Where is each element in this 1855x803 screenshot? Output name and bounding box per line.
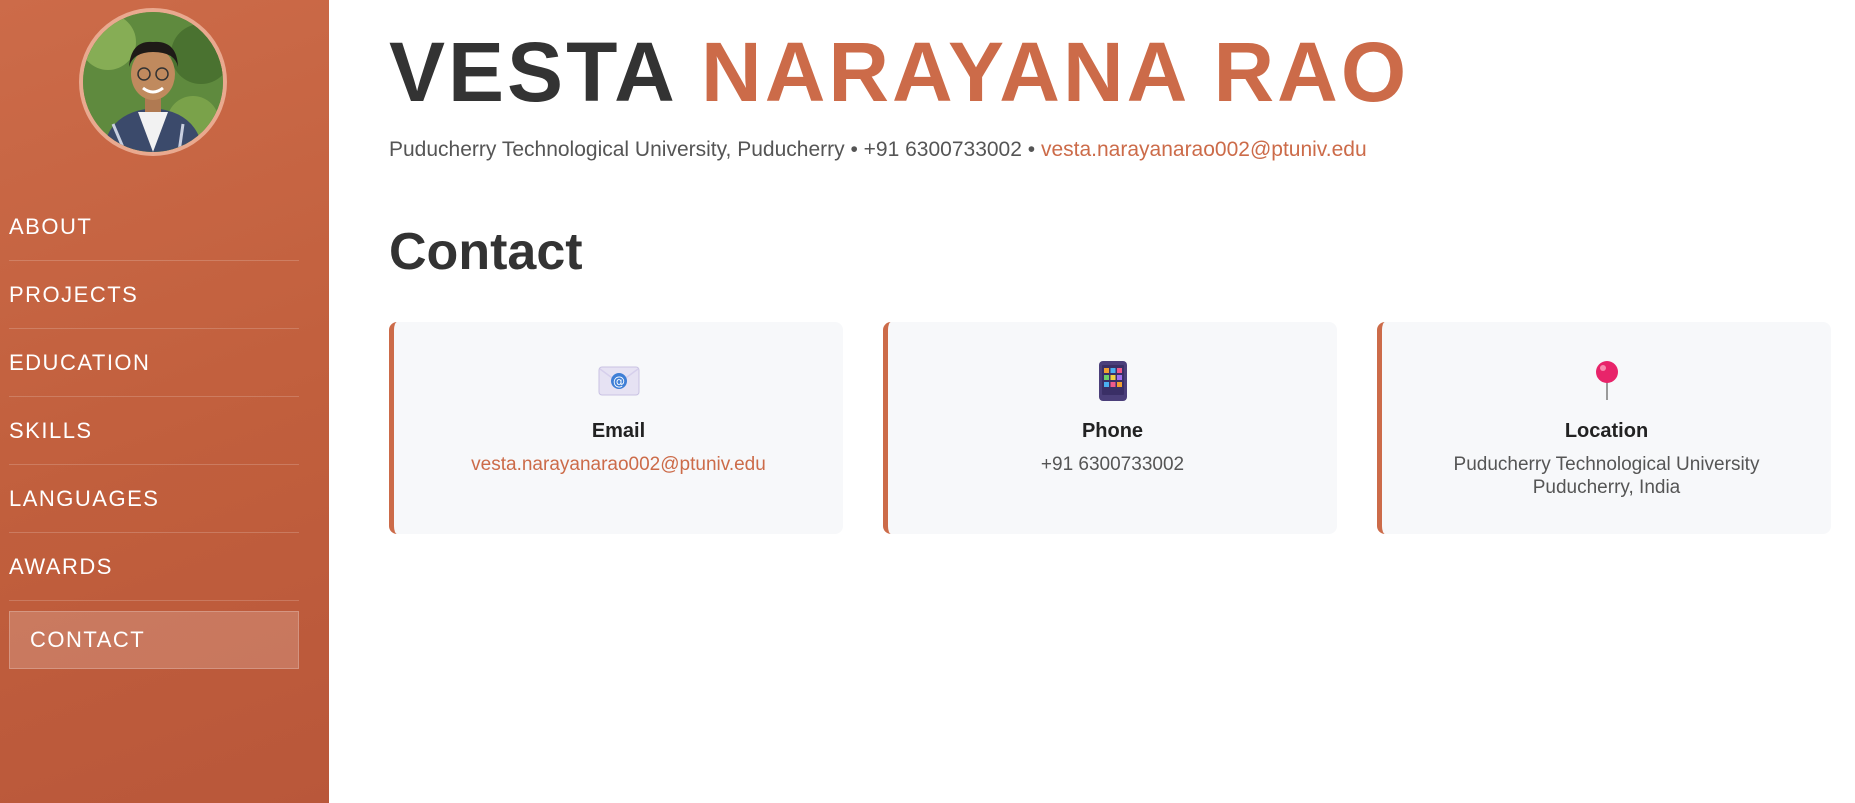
nav-item-education[interactable]: EDUCATION <box>9 329 299 397</box>
separator: • <box>1027 138 1036 161</box>
university-text: Puducherry Technological University, Pud… <box>389 138 845 161</box>
email-link[interactable]: vesta.narayanarao002@ptuniv.edu <box>1041 138 1367 161</box>
nav-item-label: EDUCATION <box>9 349 151 375</box>
first-name: VESTA <box>389 25 675 119</box>
nav-item-label: SKILLS <box>9 417 93 443</box>
email-card: @ Email vesta.narayanarao002@ptuniv.edu <box>389 322 843 534</box>
main-content: VESTA NARAYANA RAO Puducherry Technologi… <box>329 0 1855 803</box>
nav-item-about[interactable]: ABOUT <box>9 193 299 261</box>
phone-card: Phone +91 6300733002 <box>883 322 1337 534</box>
location-line-1: Puducherry Technological University <box>1453 454 1760 475</box>
contact-subline: Puducherry Technological University, Pud… <box>389 138 1367 162</box>
card-title: Email <box>591 420 646 442</box>
page-title: VESTA NARAYANA RAO <box>389 22 1409 122</box>
nav-item-awards[interactable]: AWARDS <box>9 533 299 601</box>
profile-photo <box>83 12 223 152</box>
envelope-icon: @ <box>394 360 843 402</box>
location-value: Puducherry Technological University Pudu… <box>1382 453 1831 499</box>
map-pin-icon <box>1382 360 1831 402</box>
nav-item-label: LANGUAGES <box>9 485 160 511</box>
nav-item-label: CONTACT <box>30 627 146 652</box>
phone-text: +91 6300733002 <box>863 138 1022 161</box>
card-title: Phone <box>1081 420 1144 442</box>
nav-item-projects[interactable]: PROJECTS <box>9 261 299 329</box>
location-line-2: Puducherry, India <box>1532 477 1681 498</box>
nav-item-languages[interactable]: LANGUAGES <box>9 465 299 533</box>
contact-cards: @ Email vesta.narayanarao002@ptuniv.edu <box>389 322 1831 534</box>
page: ABOUT PROJECTS EDUCATION SKILLS LANGUAGE… <box>0 0 1855 803</box>
sidebar: ABOUT PROJECTS EDUCATION SKILLS LANGUAGE… <box>0 0 329 803</box>
phone-value: +91 6300733002 <box>1040 454 1185 475</box>
nav-item-label: AWARDS <box>9 553 113 579</box>
email-value-link[interactable]: vesta.narayanarao002@ptuniv.edu <box>394 453 843 476</box>
last-name: NARAYANA RAO <box>701 25 1410 119</box>
svg-text:@: @ <box>613 375 625 389</box>
location-card: Location Puducherry Technological Univer… <box>1377 322 1831 534</box>
nav-item-skills[interactable]: SKILLS <box>9 397 299 465</box>
card-title: Location <box>1564 420 1649 442</box>
separator: • <box>850 138 858 161</box>
nav-item-contact[interactable]: CONTACT <box>9 611 299 669</box>
nav-item-label: PROJECTS <box>9 281 139 307</box>
sidebar-nav: ABOUT PROJECTS EDUCATION SKILLS LANGUAGE… <box>9 193 299 669</box>
avatar <box>79 8 227 156</box>
section-title: Contact <box>389 223 583 281</box>
nav-item-label: ABOUT <box>9 213 93 239</box>
mobile-phone-icon <box>888 360 1337 402</box>
